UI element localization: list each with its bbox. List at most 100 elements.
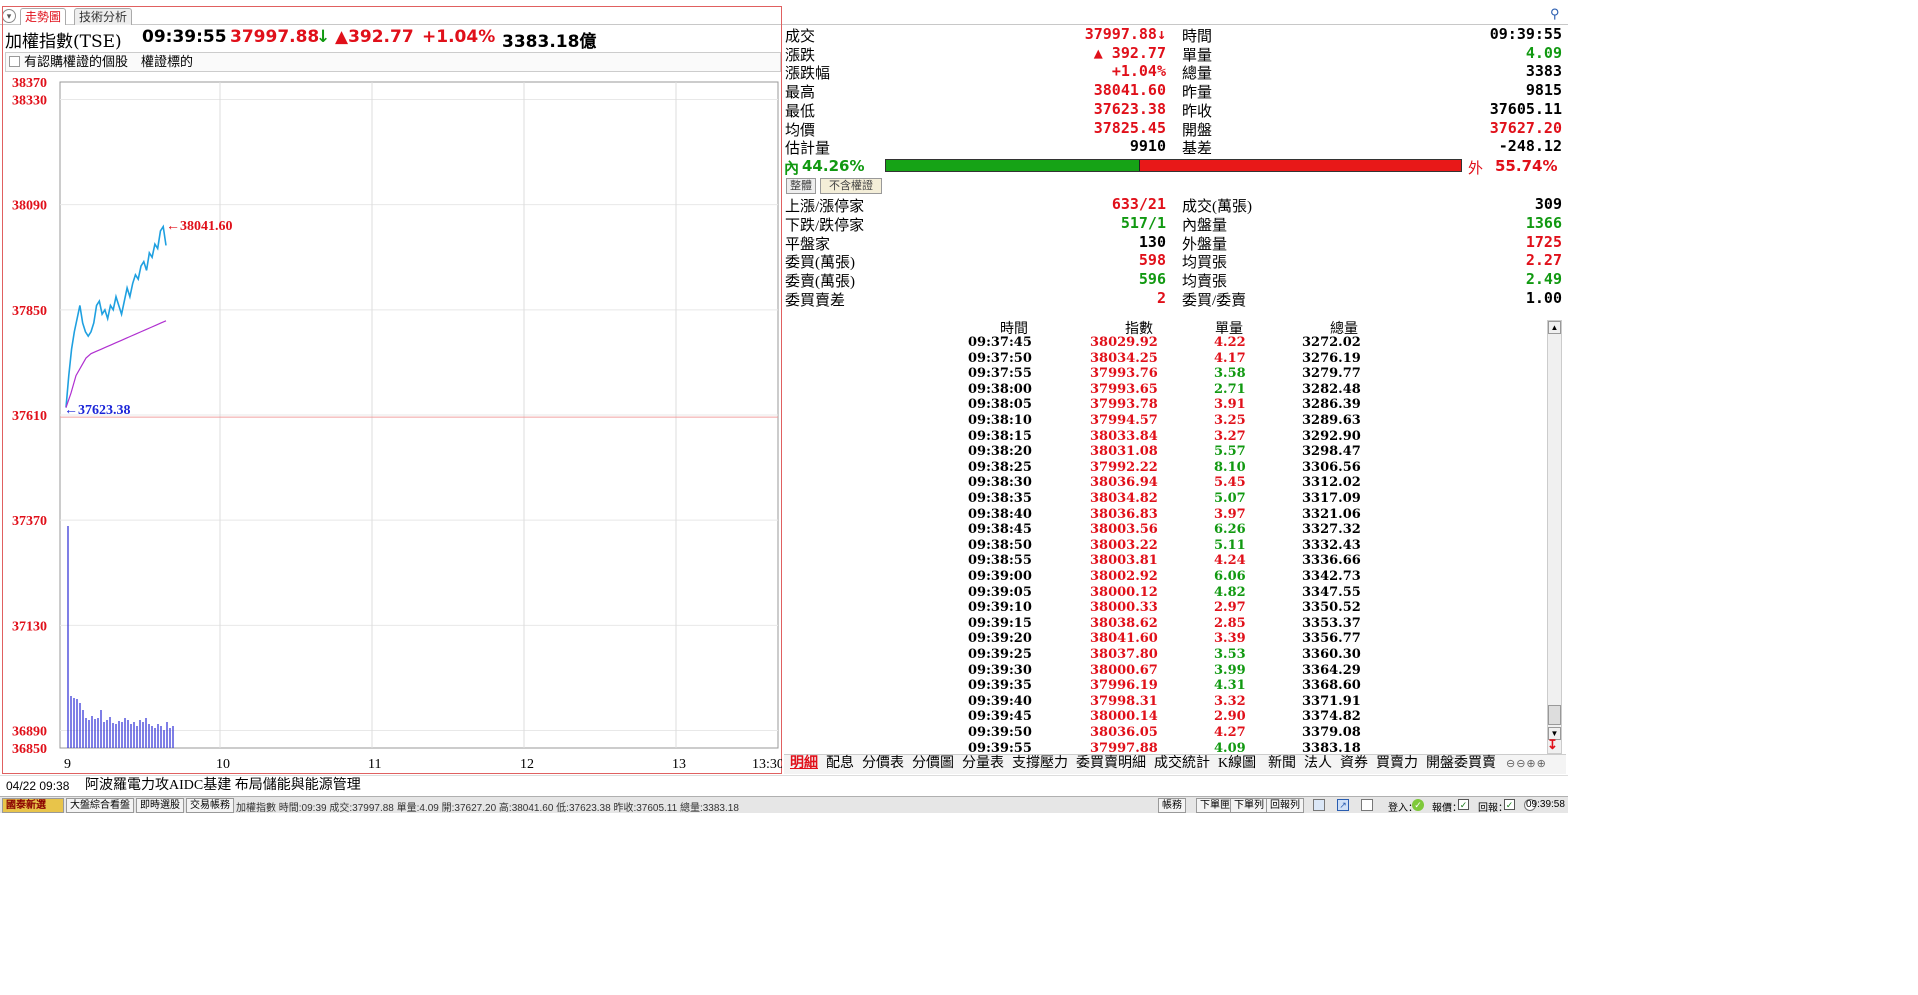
tick-cell: 09:38:25	[968, 459, 1032, 475]
tick-cell: 38037.80	[1090, 647, 1158, 662]
intraday-chart[interactable]: 38370 38330 38090 37850 37610 37370 37130 36890…	[0, 74, 782, 774]
bottom-tab-2[interactable]: 分價表	[862, 754, 904, 774]
reply-bar-button[interactable]: 回報列	[1266, 798, 1304, 813]
low-label: ←37623.38	[64, 403, 131, 418]
all-button[interactable]: 整體	[786, 178, 816, 194]
bottom-tab-3[interactable]: 分價圖	[912, 754, 954, 774]
tick-cell: 4.82	[1214, 584, 1246, 600]
status-bar: 國泰新選 大盤綜合看盤 即時選股 交易帳務 加權指數 時間:09:39 成交:3…	[0, 796, 1568, 814]
tick-cell: 3.53	[1214, 647, 1246, 662]
tick-cell: 38036.05	[1090, 725, 1158, 740]
tick-cell: 09:39:25	[968, 647, 1032, 662]
bottom-tab-1[interactable]: 配息	[826, 754, 854, 774]
header-change: ▲392.77	[335, 27, 414, 47]
bottom-tab-4[interactable]: 分量表	[962, 754, 1004, 774]
y-tick-label: 37610	[12, 409, 47, 424]
search-icon[interactable]: ⚲	[1550, 6, 1564, 21]
tick-row: 09:39:05 38000.12 4.82 3347.55	[930, 585, 1390, 601]
tick-cell: 3379.08	[1302, 725, 1361, 740]
bottom-tab-10[interactable]: 法人	[1304, 754, 1332, 774]
tick-row: 09:37:50 38034.25 4.17 3276.19	[930, 351, 1390, 367]
tick-cell: 09:39:50	[968, 725, 1032, 740]
tick-cell: 09:38:20	[968, 444, 1032, 460]
y-tick-label: 37370	[12, 514, 47, 529]
tick-row: 09:39:45 38000.14 2.90 3374.82	[930, 709, 1390, 725]
tick-cell: 09:39:20	[968, 631, 1032, 647]
bottom-tab-13[interactable]: 開盤委買賣	[1426, 754, 1496, 774]
tick-cell: 2.85	[1214, 615, 1246, 631]
tick-row: 09:38:05 37993.78 3.91 3286.39	[930, 397, 1390, 413]
jump-end-icon[interactable]: ↧	[1547, 737, 1561, 753]
tick-cell: 3286.39	[1302, 397, 1361, 413]
share-icon[interactable]: ↗	[1337, 799, 1349, 811]
breadth-right-value-5: 1.00	[1525, 289, 1562, 307]
tick-cell: 38034.25	[1090, 350, 1158, 366]
bottom-tab-0[interactable]: 明細	[790, 754, 818, 774]
tick-cell: 4.31	[1214, 678, 1246, 694]
tick-cell: 09:37:50	[968, 350, 1032, 366]
warrant-underlying-link[interactable]: 權證標的	[141, 53, 193, 71]
login-check-icon: ✓	[1412, 799, 1424, 811]
tick-cell: 38000.67	[1090, 662, 1158, 678]
trade-account-button[interactable]: 交易帳務	[186, 798, 234, 813]
bottom-tab-11[interactable]: 資券	[1340, 754, 1368, 774]
tick-cell: 38000.33	[1090, 600, 1158, 616]
bottom-tab-9[interactable]: 新聞	[1268, 754, 1296, 774]
tick-cell: 3347.55	[1302, 584, 1361, 600]
tick-cell: 38033.84	[1090, 428, 1158, 444]
tick-cell: 3.39	[1214, 631, 1246, 647]
tick-cell: 09:38:40	[968, 506, 1032, 522]
bottom-tab-12[interactable]: 買賣力	[1376, 754, 1418, 774]
stat-right-value-5: 37627.20	[1489, 118, 1562, 137]
tick-cell: 3312.02	[1302, 475, 1361, 491]
tick-cell: 09:38:55	[968, 553, 1032, 569]
breadth-label-5: 委買賣差	[785, 293, 846, 309]
cathay-button[interactable]: 國泰新選	[2, 798, 64, 813]
tick-cell: 09:37:45	[968, 335, 1032, 350]
tick-cell: 3.25	[1214, 413, 1246, 428]
bottom-tab-6[interactable]: 委買賣明細	[1076, 754, 1146, 774]
tick-cell: 4.27	[1214, 725, 1246, 740]
tick-cell: 38002.92	[1090, 569, 1158, 584]
stat-value-3: 38041.60	[1093, 81, 1166, 100]
header-price-arrow: ↓	[316, 27, 331, 47]
ticks-scrollbar[interactable]: ▲ ▼	[1547, 320, 1562, 754]
stat-value-4: 37623.38	[1093, 99, 1166, 118]
stat-right-label-6: 基差	[1182, 141, 1213, 158]
account-button[interactable]: 帳務	[1158, 798, 1186, 813]
warrant-checkbox-label[interactable]: 有認購權證的個股	[24, 53, 128, 71]
doc-icon[interactable]	[1361, 799, 1373, 811]
ratio-bar	[885, 159, 1462, 172]
tick-cell: 3332.43	[1302, 537, 1361, 553]
market-overview-button[interactable]: 大盤綜合看盤	[66, 798, 134, 813]
order-bar-button[interactable]: 下單列	[1230, 798, 1268, 813]
bottom-tab-7[interactable]: 成交統計	[1154, 754, 1210, 774]
scroll-thumb[interactable]	[1548, 705, 1561, 725]
tick-cell: 3336.66	[1302, 553, 1361, 569]
tick-row: 09:39:40 37998.31 3.32 3371.91	[930, 694, 1390, 710]
stock-screener-button[interactable]: 即時選股	[136, 798, 184, 813]
stat-value-5: 37825.45	[1093, 118, 1166, 137]
bottom-tab-8[interactable]: K線圖	[1218, 754, 1256, 774]
order-box-button[interactable]: 下單匣	[1196, 798, 1234, 813]
tick-row: 09:38:10 37994.57 3.25 3289.63	[930, 413, 1390, 429]
breadth-right-value-4: 2.49	[1525, 270, 1562, 289]
y-tick-label: 38330	[12, 94, 47, 109]
tick-cell: 09:39:30	[968, 662, 1032, 678]
scroll-up-icon[interactable]: ▲	[1548, 321, 1561, 334]
breadth-value-3: 598	[1138, 251, 1166, 270]
tick-cell: 09:38:05	[968, 397, 1032, 413]
header-pct: +1.04%	[422, 27, 496, 47]
tick-cell: 3350.52	[1302, 600, 1361, 616]
bottom-tab-5[interactable]: 支撐壓力	[1012, 754, 1068, 774]
news-headline[interactable]: 阿波羅電力攻AIDC基建 布局儲能與能源管理	[85, 776, 361, 796]
x-tick-label: 9	[64, 757, 71, 772]
warrant-checkbox[interactable]	[9, 56, 20, 67]
tick-cell: 5.11	[1214, 537, 1246, 553]
calendar-icon[interactable]	[1313, 799, 1325, 811]
tick-cell: 09:38:45	[968, 522, 1032, 538]
tick-cell: 3279.77	[1302, 366, 1361, 382]
tab-nav-icons[interactable]: ⊖⊖⊕⊕	[1506, 757, 1564, 771]
exclude-warrants-button[interactable]: 不含權證	[820, 178, 882, 194]
status-clock: 09:39:58	[1526, 799, 1565, 810]
